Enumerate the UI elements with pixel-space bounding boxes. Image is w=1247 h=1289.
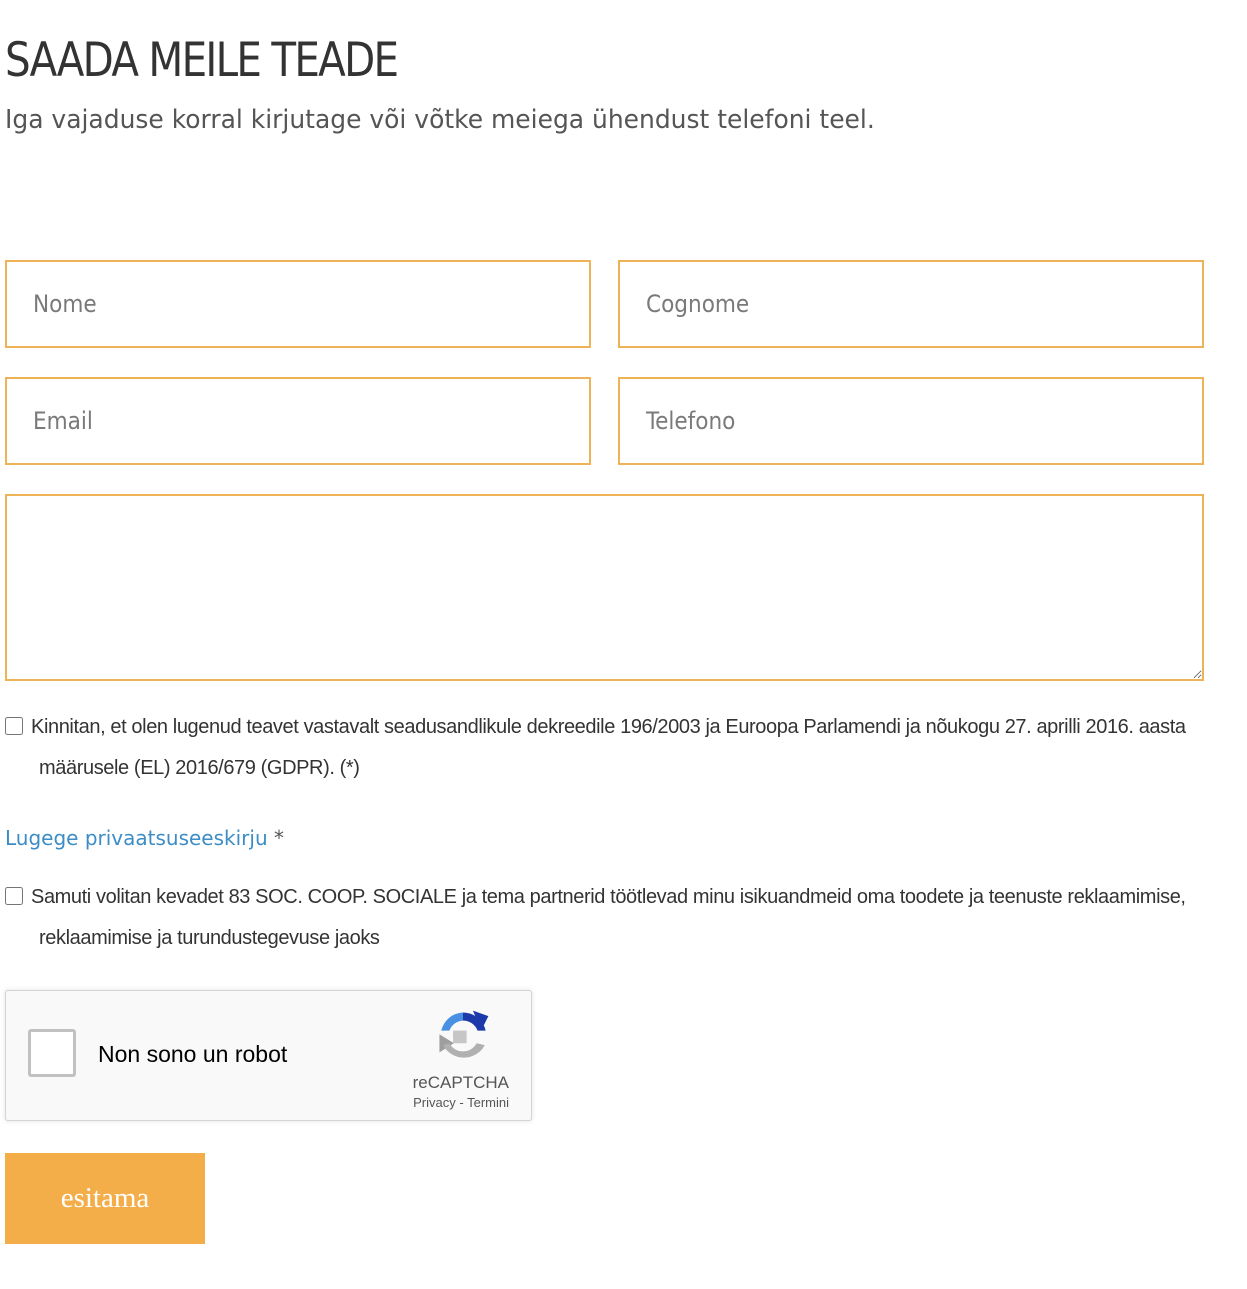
recaptcha-privacy-link[interactable]: Privacy (413, 1095, 456, 1110)
email-input[interactable] (5, 377, 591, 465)
privacy-policy-line: Lugege privaatsuseeskirju * (5, 826, 284, 850)
privacy-consent-line-1: Kinnitan, et olen lugenud teavet vastava… (31, 716, 1186, 738)
recaptcha-links: Privacy - Termini (413, 1095, 509, 1110)
page-title: SAADA MEILE TEADE (5, 33, 399, 88)
privacy-consent: Kinnitan, et olen lugenud teavet vastava… (5, 716, 1200, 799)
required-marker: * (274, 826, 284, 850)
privacy-consent-text: Kinnitan, et olen lugenud teavet vastava… (5, 707, 1200, 789)
recaptcha-widget: Non sono un robot reCAPTCHA Privacy - Te… (5, 990, 532, 1121)
phone-input[interactable] (618, 377, 1204, 465)
marketing-consent-line-2: reklaamimise ja turundustegevuse jaoks (39, 927, 380, 949)
recaptcha-brand: reCAPTCHA (412, 1073, 509, 1092)
recaptcha-label: Non sono un robot (98, 1041, 288, 1067)
marketing-consent: Samuti volitan kevadet 83 SOC. COOP. SOC… (5, 886, 1200, 969)
recaptcha-terms-link[interactable]: Termini (467, 1095, 509, 1110)
last-name-input[interactable] (618, 260, 1204, 348)
marketing-consent-line-1: Samuti volitan kevadet 83 SOC. COOP. SOC… (31, 886, 1186, 908)
recaptcha-link-separator: - (455, 1095, 468, 1110)
privacy-policy-link[interactable]: Lugege privaatsuseeskirju (5, 826, 268, 850)
page-subtitle: Iga vajaduse korral kirjutage või võtke … (5, 105, 875, 135)
first-name-input[interactable] (5, 260, 591, 348)
privacy-consent-line-2: määrusele (EL) 2016/679 (GDPR). (*) (39, 757, 360, 779)
recaptcha-checkbox[interactable] (28, 1029, 76, 1077)
recaptcha-logo-icon (439, 1010, 489, 1058)
marketing-consent-text: Samuti volitan kevadet 83 SOC. COOP. SOC… (5, 877, 1200, 959)
message-textarea[interactable] (5, 494, 1204, 681)
submit-button[interactable]: esitama (5, 1153, 205, 1244)
